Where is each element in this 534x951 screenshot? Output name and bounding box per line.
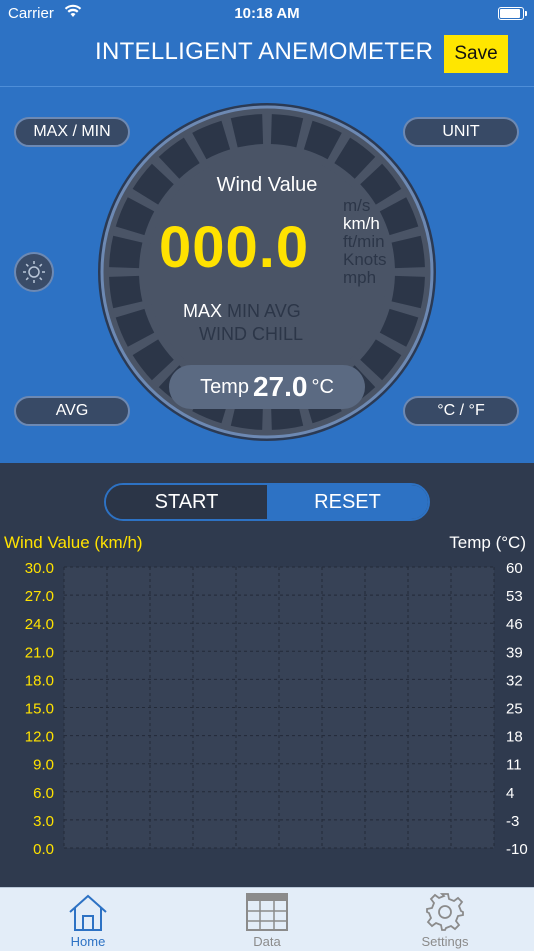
- y-right-tick-label: 60: [506, 560, 523, 577]
- unit-option: Knots: [343, 250, 387, 269]
- battery-icon: [498, 7, 527, 20]
- y-axis-right-label: Temp (°C): [449, 533, 526, 552]
- y-left-tick-label: 12.0: [25, 729, 54, 746]
- tab-data[interactable]: Data: [197, 888, 337, 951]
- wind-value-title: Wind Value: [216, 174, 318, 196]
- tab-bar: Home Data Settings: [0, 887, 534, 951]
- home-icon: [69, 894, 107, 931]
- mode-min: MIN: [227, 301, 261, 321]
- y-right-tick-label: 18: [506, 729, 523, 746]
- mode-wind-chill: WIND CHILL: [199, 324, 304, 344]
- app-title: INTELLIGENT ANEMOMETER: [95, 38, 434, 65]
- y-right-tick-label: -3: [506, 813, 519, 830]
- mode-avg: AVG: [264, 301, 301, 321]
- start-button[interactable]: START: [106, 485, 267, 519]
- tab-settings-label: Settings: [421, 934, 469, 949]
- top-panel: Carrier 10:18 AM INTELLIGENT ANEMOMETER …: [0, 0, 534, 463]
- unit-option-selected: km/h: [343, 214, 380, 233]
- temp-unit: °C: [311, 375, 334, 398]
- unit-option: ft/min: [343, 232, 385, 251]
- gear-icon: [426, 893, 464, 931]
- save-button[interactable]: Save: [444, 35, 508, 73]
- y-left-tick-label: 3.0: [33, 813, 54, 830]
- sun-icon: [23, 261, 45, 283]
- y-left-tick-label: 0.0: [33, 841, 54, 858]
- dial-readout: Wind Value 000.0 m/s km/h ft/min Knots m…: [97, 102, 437, 442]
- y-right-tick-label: 11: [506, 757, 522, 774]
- y-left-tick-label: 24.0: [25, 616, 54, 633]
- y-right-tick-label: 25: [506, 701, 523, 718]
- start-reset-segmented-control: START RESET: [104, 483, 430, 521]
- tab-settings[interactable]: Settings: [375, 888, 515, 951]
- y-left-tick-label: 15.0: [25, 701, 54, 718]
- unit-list: m/s km/h ft/min Knots mph: [343, 197, 386, 287]
- y-left-tick-label: 9.0: [33, 757, 54, 774]
- y-left-tick-label: 27.0: [25, 588, 54, 605]
- y-axis-left-label: Wind Value (km/h): [4, 533, 143, 552]
- tab-home-label: Home: [70, 934, 106, 949]
- temperature-readout: Temp 27.0 °C: [169, 365, 365, 409]
- tab-data-label: Data: [253, 934, 281, 949]
- y-left-tick-label: 6.0: [33, 785, 54, 802]
- temp-value: 27.0: [252, 371, 308, 402]
- unit-option: m/s: [343, 196, 371, 215]
- clock: 10:18 AM: [234, 5, 300, 22]
- wind-value-readout: 000.0: [159, 215, 310, 280]
- y-right-tick-label: 39: [506, 644, 523, 661]
- y-right-tick-label: 32: [506, 672, 523, 689]
- wind-temp-chart: Wind Value (km/h) Temp (°C) 30.0 60 27.0 53…: [4, 533, 528, 858]
- temp-label: Temp: [200, 375, 249, 398]
- table-icon: [246, 893, 288, 931]
- reset-button[interactable]: RESET: [267, 485, 428, 519]
- y-left-tick-label: 21.0: [25, 644, 54, 661]
- y-right-tick-label: -10: [506, 841, 528, 858]
- backlight-button[interactable]: [14, 252, 54, 292]
- status-bar: Carrier 10:18 AM: [0, 0, 534, 28]
- y-left-tick-label: 18.0: [25, 672, 54, 689]
- unit-option: mph: [343, 268, 377, 287]
- tab-home[interactable]: Home: [18, 888, 158, 951]
- y-left-tick-label: 30.0: [25, 560, 54, 577]
- mode-list: MAX MIN AVG WIND CHILL: [183, 300, 303, 346]
- mode-max: MAX: [183, 301, 223, 321]
- y-right-tick-label: 4: [506, 785, 514, 802]
- y-right-tick-label: 53: [506, 588, 523, 605]
- y-right-tick-label: 46: [506, 616, 523, 633]
